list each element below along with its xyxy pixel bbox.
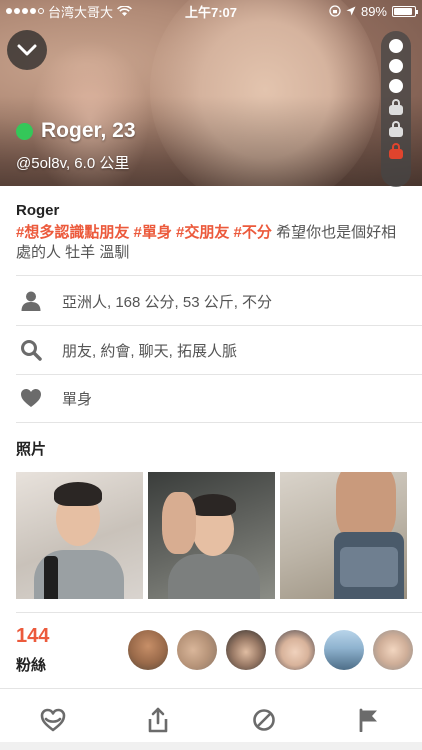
profile-name-line: Roger, 23	[16, 119, 136, 143]
fan-avatar[interactable]	[324, 630, 364, 670]
photo-thumbnail[interactable]	[280, 472, 407, 599]
share-icon	[148, 707, 168, 732]
fan-avatar[interactable]	[226, 630, 266, 670]
fans-label: 粉絲	[16, 657, 47, 674]
lock-icon[interactable]	[389, 121, 403, 137]
battery-percent: 89%	[360, 3, 387, 19]
info-row-looking-for: 朋友, 約會, 聊天, 拓展人脈	[0, 326, 422, 374]
name-age: Roger, 23	[41, 119, 136, 142]
lock-icon[interactable]	[389, 99, 403, 115]
relationship-status: 單身	[62, 390, 93, 408]
person-icon	[21, 291, 41, 311]
hashtag[interactable]: #交朋友	[176, 224, 229, 241]
report-button[interactable]	[339, 695, 399, 745]
photo-thumbnail[interactable]	[16, 472, 143, 599]
action-bar	[0, 688, 422, 750]
home-indicator-area	[0, 742, 422, 750]
wifi-icon	[117, 5, 132, 16]
fan-avatar[interactable]	[177, 630, 217, 670]
chevron-down-icon	[17, 44, 37, 56]
collapse-button[interactable]	[7, 30, 47, 70]
fan-avatar[interactable]	[128, 630, 168, 670]
username: Roger	[16, 202, 60, 219]
favorite-button[interactable]	[23, 695, 83, 745]
share-button[interactable]	[128, 695, 188, 745]
battery-icon	[392, 5, 418, 17]
heart-outline-icon	[40, 708, 66, 731]
body-stats: 亞洲人, 168 公分, 53 公斤, 不分	[62, 293, 273, 311]
photo-slot-3[interactable]	[389, 79, 403, 93]
fans-count: 144	[16, 625, 50, 647]
divider	[16, 612, 422, 613]
photo-slot-2[interactable]	[389, 59, 403, 73]
status-bar: 台湾大哥大 上午7:07 89%	[0, 0, 422, 22]
signal-icon	[6, 8, 44, 14]
photo-slot-1[interactable]	[389, 39, 403, 53]
info-row-relationship: 單身	[0, 374, 422, 422]
fan-avatar[interactable]	[373, 630, 413, 670]
handle-distance: @5ol8v, 6.0 公里	[16, 155, 130, 172]
block-button[interactable]	[234, 695, 294, 745]
photos-title: 照片	[16, 441, 47, 458]
location-icon	[346, 6, 356, 16]
online-status-dot	[16, 122, 33, 140]
photo-thumbnail[interactable]	[148, 472, 275, 599]
carrier-name: 台湾大哥大	[48, 4, 114, 20]
flag-icon	[359, 708, 378, 732]
lock-icon[interactable]	[389, 143, 403, 159]
profile-summary: Roger #想多認識點朋友 #單身 #交朋友 #不分 希望你也是個好相處的人 …	[16, 202, 406, 263]
bio: #想多認識點朋友 #單身 #交朋友 #不分 希望你也是個好相處的人 牡羊 溫馴	[16, 223, 406, 263]
photo-grid	[16, 472, 407, 599]
heart-icon	[21, 389, 41, 407]
fans-summary[interactable]: 144 粉絲	[16, 625, 49, 675]
battery-fill	[394, 7, 412, 15]
divider	[16, 275, 422, 276]
photo-indicator-rail[interactable]	[381, 31, 411, 187]
hashtag[interactable]: #想多認識點朋友	[16, 224, 129, 241]
divider	[16, 422, 422, 423]
info-row-body: 亞洲人, 168 公分, 53 公斤, 不分	[0, 277, 422, 325]
fans-avatars[interactable]	[128, 630, 413, 670]
search-icon	[21, 340, 42, 361]
hashtag[interactable]: #不分	[234, 224, 272, 241]
hashtag[interactable]: #單身	[134, 224, 172, 241]
block-icon	[252, 708, 275, 731]
rotation-lock-icon	[329, 5, 341, 17]
looking-for: 朋友, 約會, 聊天, 拓展人脈	[62, 342, 238, 360]
fan-avatar[interactable]	[275, 630, 315, 670]
